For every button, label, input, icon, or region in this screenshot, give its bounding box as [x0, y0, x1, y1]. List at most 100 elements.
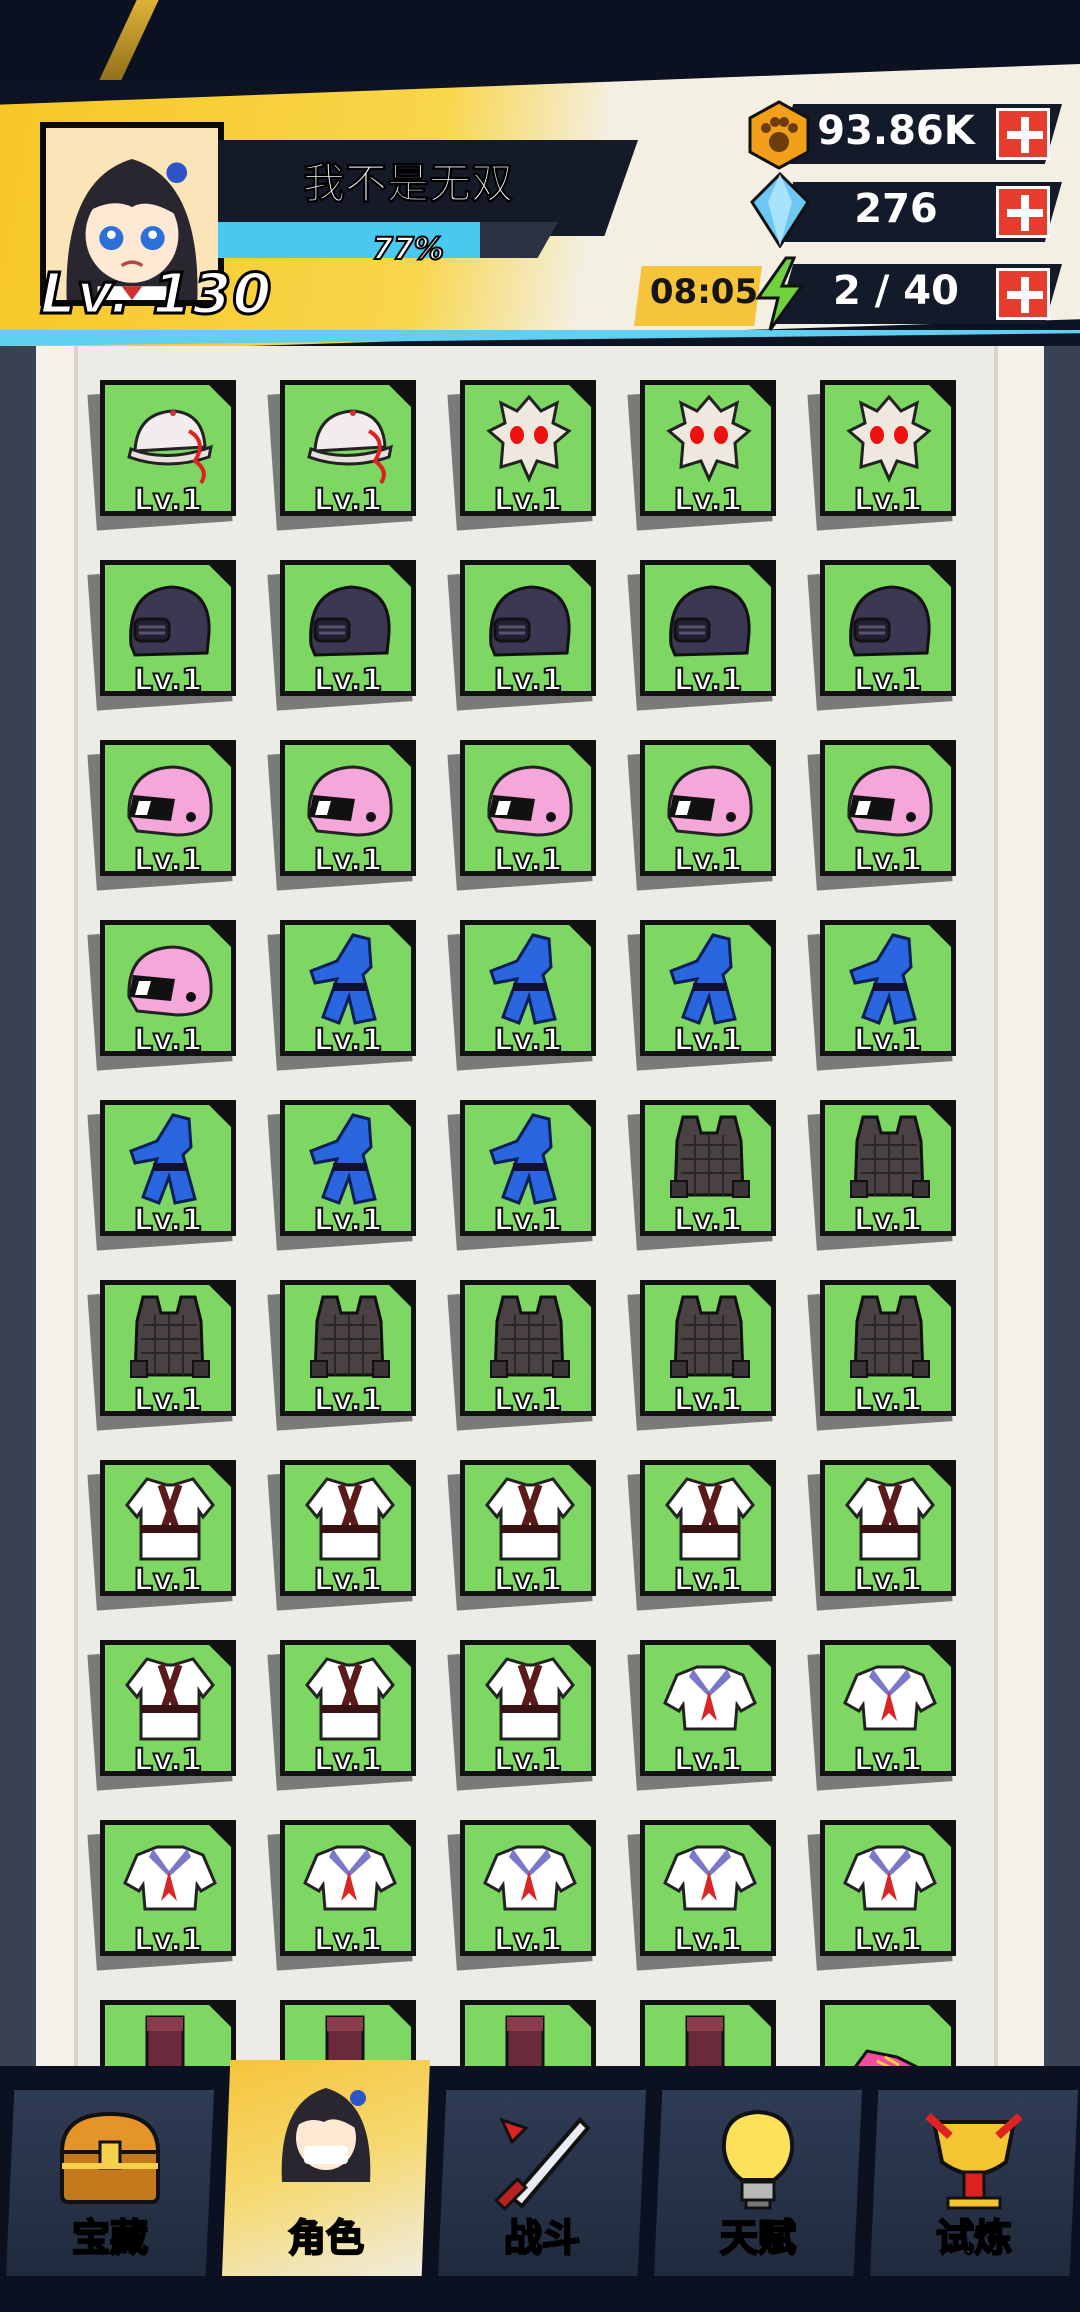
add-energy-button[interactable]: [996, 268, 1050, 320]
nav-tab-2[interactable]: 战斗: [438, 2090, 646, 2276]
slot-card: Lv.1: [460, 560, 596, 696]
sailor-shirt-icon: [303, 1845, 397, 1911]
equipment-slot[interactable]: Lv.1: [87, 740, 236, 891]
slot-card: Lv.1: [640, 1640, 776, 1776]
item-level: Lv.1: [853, 842, 924, 876]
lightbulb-icon: [721, 2109, 795, 2210]
equipment-slot[interactable]: Lv.1: [807, 560, 956, 711]
vest-icon: [850, 1115, 930, 1198]
equipment-slot[interactable]: Lv.1: [807, 740, 956, 891]
item-level: Lv.1: [673, 662, 744, 696]
equipment-slot[interactable]: Lv.1: [807, 1820, 956, 1971]
character-icon: [281, 2088, 371, 2182]
equipment-slot[interactable]: Lv.1: [87, 920, 236, 1071]
equipment-slot[interactable]: Lv.1: [267, 1640, 416, 1791]
equipment-slot[interactable]: Lv.1: [447, 1820, 596, 1971]
slot-card: Lv.1: [280, 1820, 416, 1956]
equipment-slot[interactable]: Lv.1: [627, 1460, 776, 1611]
equipment-slot[interactable]: Lv.1: [447, 920, 596, 1071]
slot-card: Lv.1: [100, 560, 236, 696]
equipment-slot[interactable]: Lv.1: [807, 920, 956, 1071]
slot-card: Lv.1: [640, 1460, 776, 1596]
blue-robe-icon: [309, 933, 377, 1025]
equipment-slot[interactable]: Lv.1: [807, 1280, 956, 1431]
item-level: Lv.1: [313, 1742, 384, 1776]
slot-card: Lv.1: [820, 740, 956, 876]
equipment-slot[interactable]: Lv.1: [447, 1280, 596, 1431]
equipment-slot[interactable]: Lv.1: [627, 1280, 776, 1431]
slot-card: Lv.1: [460, 380, 596, 516]
mask-icon: [486, 394, 572, 483]
equipment-slot[interactable]: Lv.1: [460, 2000, 596, 2066]
equipment-slot[interactable]: Lv.1: [447, 1100, 596, 1251]
header-stripe: [0, 330, 1080, 346]
equipment-slot[interactable]: Lv.1: [447, 380, 596, 531]
equipment-slot[interactable]: Lv.1: [87, 1820, 236, 1971]
pink-helmet-icon: [307, 765, 393, 837]
equipment-slot[interactable]: Lv.1: [447, 1460, 596, 1611]
equipment-slot[interactable]: Lv.1: [447, 740, 596, 891]
equipment-slot[interactable]: Lv.1: [627, 380, 776, 531]
equipment-slot[interactable]: Lv.1: [627, 1640, 776, 1791]
equipment-slot[interactable]: Lv.1: [447, 1640, 596, 1791]
nav-tab-4[interactable]: 试炼: [870, 2090, 1078, 2276]
coins-value: 93.86K: [817, 108, 975, 154]
equipment-slot[interactable]: Lv.1: [87, 1280, 236, 1431]
equipment-slot[interactable]: Lv.1: [447, 560, 596, 711]
lightning-energy-icon: [755, 256, 805, 331]
equipment-slot[interactable]: Lv.1: [267, 920, 416, 1071]
pink-helmet-icon: [667, 765, 753, 837]
equipment-slot[interactable]: Lv.1: [100, 2000, 236, 2066]
equipment-slot[interactable]: Lv.1: [267, 1100, 416, 1251]
pink-helmet-icon: [847, 765, 933, 837]
equipment-slot[interactable]: Lv.1: [807, 380, 956, 531]
equipment-slot[interactable]: Lv.1: [267, 1820, 416, 1971]
diamond-gem-icon: [750, 172, 810, 248]
slot-card: Lv.1: [640, 380, 776, 516]
equipment-slot[interactable]: Lv.1: [267, 1460, 416, 1611]
item-level: Lv.1: [673, 1742, 744, 1776]
equipment-slot[interactable]: Lv.1: [627, 1820, 776, 1971]
player-name: 我不是无双: [302, 159, 513, 209]
item-level: Lv.1: [493, 1922, 564, 1956]
nav-tab-1[interactable]: 角色: [222, 2060, 430, 2276]
equipment-slot[interactable]: Lv.1: [87, 380, 236, 531]
slot-card: Lv.1: [820, 1460, 956, 1596]
equipment-slot[interactable]: Lv.1: [807, 1460, 956, 1611]
helmet-icon: [129, 585, 211, 657]
equipment-slot[interactable]: Lv.1: [807, 1640, 956, 1791]
karate-gi-icon: [305, 1477, 395, 1561]
equipment-slot[interactable]: Lv.1: [627, 1100, 776, 1251]
nav-tab-0[interactable]: 宝藏: [6, 2090, 214, 2276]
equipment-slot[interactable]: Lv.1: [267, 1280, 416, 1431]
equipment-slot[interactable]: Lv.1: [640, 2000, 776, 2066]
equipment-slot[interactable]: Lv.1: [820, 2000, 956, 2066]
boots-icon: [325, 2015, 365, 2066]
slot-card: Lv.1: [640, 1280, 776, 1416]
equipment-slot[interactable]: Lv.1: [87, 560, 236, 711]
pink-helmet-icon: [487, 765, 573, 837]
equipment-slot[interactable]: Lv.1: [627, 920, 776, 1071]
equipment-slot[interactable]: Lv.1: [627, 740, 776, 891]
equipment-slot[interactable]: Lv.1: [267, 560, 416, 711]
equipment-slot[interactable]: Lv.1: [87, 1460, 236, 1611]
slot-card: Lv.1: [280, 380, 416, 516]
slot-card: Lv.1: [820, 2000, 956, 2066]
slot-card: Lv.1: [100, 1460, 236, 1596]
equipment-slot[interactable]: Lv.1: [280, 2000, 416, 2066]
inventory-left-rail: [0, 346, 36, 2066]
add-gems-button[interactable]: [996, 186, 1050, 238]
equipment-slot[interactable]: Lv.1: [807, 1100, 956, 1251]
equipment-slot[interactable]: Lv.1: [87, 1100, 236, 1251]
boots-icon: [145, 2015, 185, 2066]
slot-card: Lv.1: [100, 920, 236, 1056]
equipment-slot[interactable]: Lv.1: [87, 1640, 236, 1791]
equipment-slot[interactable]: Lv.1: [267, 740, 416, 891]
slot-card: Lv.1: [460, 740, 596, 876]
equipment-slot[interactable]: Lv.1: [627, 560, 776, 711]
item-level: Lv.1: [133, 1202, 204, 1236]
add-coins-button[interactable]: [996, 108, 1050, 160]
slot-card: Lv.1: [100, 1280, 236, 1416]
equipment-slot[interactable]: Lv.1: [267, 380, 416, 531]
nav-tab-3[interactable]: 天赋: [654, 2090, 862, 2276]
